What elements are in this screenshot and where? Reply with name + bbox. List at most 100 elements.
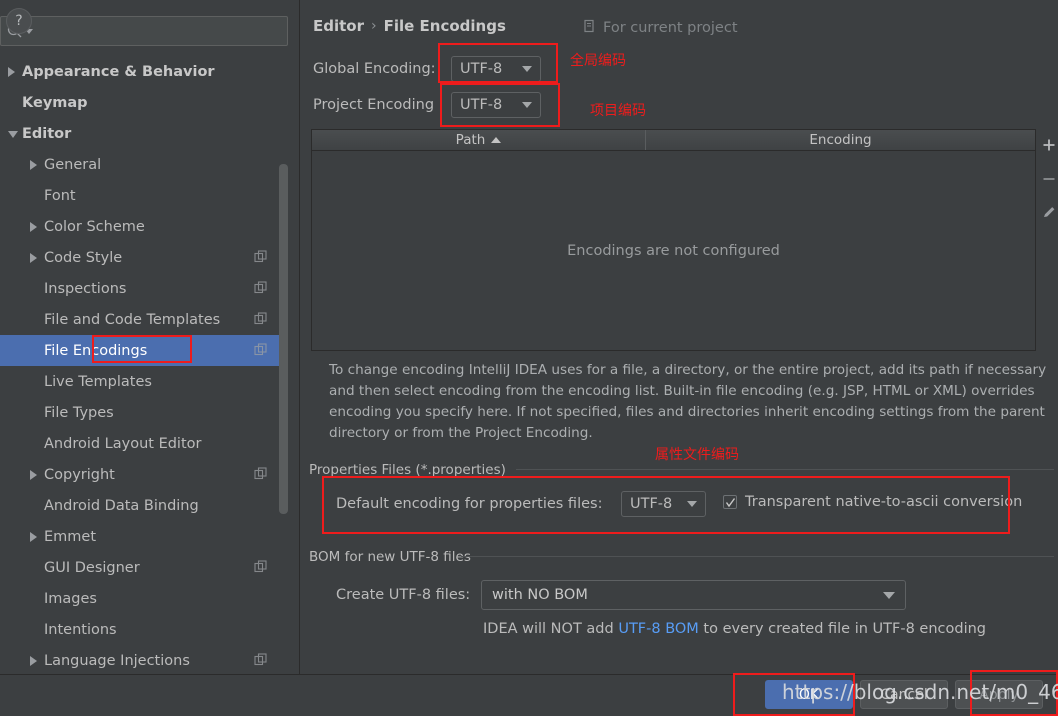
properties-group-title: Properties Files (*.properties) [309,462,512,478]
settings-tree: Appearance & Behavior Keymap Editor General… [0,56,288,670]
sidebar-item-label: GUI Designer [44,559,140,576]
add-icon [1042,137,1056,156]
column-header-path-label: Path [455,132,486,148]
sidebar-item-font[interactable]: Font [0,180,288,211]
copy-settings-icon[interactable] [254,250,268,268]
search-box[interactable] [0,16,288,46]
chevron-down-icon [687,501,697,507]
ok-button[interactable]: OK [765,680,853,709]
remove-icon [1042,171,1056,190]
sidebar-item-color-scheme[interactable]: Color Scheme [0,211,288,242]
sidebar-item-label: Copyright [44,466,115,483]
chevron-down-icon [522,102,532,108]
checkmark-icon [725,493,736,512]
global-encoding-value: UTF-8 [460,61,503,77]
copy-settings-icon[interactable] [254,653,268,670]
project-encoding-dropdown[interactable]: UTF-8 [451,92,541,118]
copy-settings-icon[interactable] [254,343,268,361]
bom-note-link[interactable]: UTF-8 BOM [618,621,699,637]
table-toolbar [1039,129,1058,351]
sidebar-item-copyright[interactable]: Copyright [0,459,288,490]
bom-note: IDEA will NOT add UTF-8 BOM to every cre… [483,621,986,637]
sidebar-item-general[interactable]: General [0,149,288,180]
chevron-right-icon[interactable] [30,221,37,232]
chevron-down-icon[interactable] [8,130,18,138]
sidebar-item-editor[interactable]: Editor [0,118,288,149]
sidebar-item-label: Android Data Binding [44,497,199,514]
chevron-right-icon[interactable] [30,469,37,480]
sidebar-item-label: File and Code Templates [44,311,221,328]
breadcrumb-root[interactable]: Editor [313,17,364,35]
edit-entry-button[interactable] [1039,197,1058,231]
column-header-path[interactable]: Path [312,130,646,150]
encodings-table: Path Encoding Encodings are not configur… [311,129,1036,351]
search-input[interactable] [33,23,287,39]
remove-entry-button[interactable] [1039,163,1058,197]
sidebar-item-label: Code Style [44,249,123,266]
settings-sidebar: Appearance & Behavior Keymap Editor General… [0,0,300,674]
cancel-button[interactable]: Cancel [860,680,948,709]
properties-encoding-dropdown[interactable]: UTF-8 [621,491,706,517]
apply-button[interactable]: Apply [955,680,1043,709]
edit-icon [1042,205,1057,224]
sidebar-scrollbar-thumb[interactable] [279,164,288,514]
properties-encoding-value: UTF-8 [630,496,673,512]
bom-group-title: BOM for new UTF-8 files [309,549,477,565]
sidebar-item-android-layout-editor[interactable]: Android Layout Editor [0,428,288,459]
sidebar-item-emmet[interactable]: Emmet [0,521,288,552]
global-encoding-dropdown[interactable]: UTF-8 [451,56,541,82]
bom-value: with NO BOM [492,587,588,603]
chevron-right-icon[interactable] [8,66,15,77]
chevron-right-icon[interactable] [30,655,37,666]
sidebar-item-appearance-behavior[interactable]: Appearance & Behavior [0,56,288,87]
sidebar-item-label: Inspections [44,280,127,297]
bom-group-divider [461,556,1054,557]
for-current-project-text: For current project [603,20,738,36]
copy-settings-icon[interactable] [254,281,268,299]
sidebar-item-intentions[interactable]: Intentions [0,614,288,645]
sidebar-item-gui-designer[interactable]: GUI Designer [0,552,288,583]
chevron-right-icon[interactable] [30,531,37,542]
checkbox-box[interactable] [723,495,737,509]
for-current-project-label: For current project [583,19,738,37]
column-header-encoding[interactable]: Encoding [646,130,1035,150]
sidebar-item-file-and-code-templates[interactable]: File and Code Templates [0,304,288,335]
breadcrumb-separator-icon: › [371,18,377,34]
sidebar-item-code-style[interactable]: Code Style [0,242,288,273]
sidebar-scrollbar[interactable] [279,56,288,670]
bom-note-suffix: to every created file in UTF-8 encoding [698,621,986,637]
project-encoding-label: Project Encoding [313,97,435,113]
encodings-description: To change encoding IntelliJ IDEA uses fo… [329,362,1047,442]
sidebar-item-file-encodings[interactable]: File Encodings [0,335,288,366]
add-entry-button[interactable] [1039,129,1058,163]
sidebar-item-android-data-binding[interactable]: Android Data Binding [0,490,288,521]
sidebar-item-language-injections[interactable]: Language Injections [0,645,288,670]
sidebar-item-label: Intentions [44,621,117,638]
sidebar-item-keymap[interactable]: Keymap [0,87,288,118]
chevron-right-icon[interactable] [30,252,37,263]
copy-settings-icon[interactable] [254,560,268,578]
sidebar-item-inspections[interactable]: Inspections [0,273,288,304]
help-button[interactable]: ? [6,8,32,34]
table-empty-message: Encodings are not configured [567,242,780,259]
sidebar-item-images[interactable]: Images [0,583,288,614]
table-empty-state: Encodings are not configured [312,151,1035,350]
sidebar-item-label: Appearance & Behavior [22,63,215,80]
default-properties-encoding-label: Default encoding for properties files: [336,496,603,512]
sidebar-item-file-types[interactable]: File Types [0,397,288,428]
sidebar-item-label: Emmet [44,528,97,545]
bom-dropdown[interactable]: with NO BOM [481,580,906,610]
transparent-conversion-checkbox[interactable]: Transparent native-to-ascii conversion [723,494,1022,510]
global-encoding-label: Global Encoding: [313,61,436,77]
copy-settings-icon[interactable] [254,312,268,330]
chevron-right-icon[interactable] [30,159,37,170]
project-scope-icon [583,19,597,37]
copy-settings-icon[interactable] [254,467,268,485]
sidebar-item-live-templates[interactable]: Live Templates [0,366,288,397]
